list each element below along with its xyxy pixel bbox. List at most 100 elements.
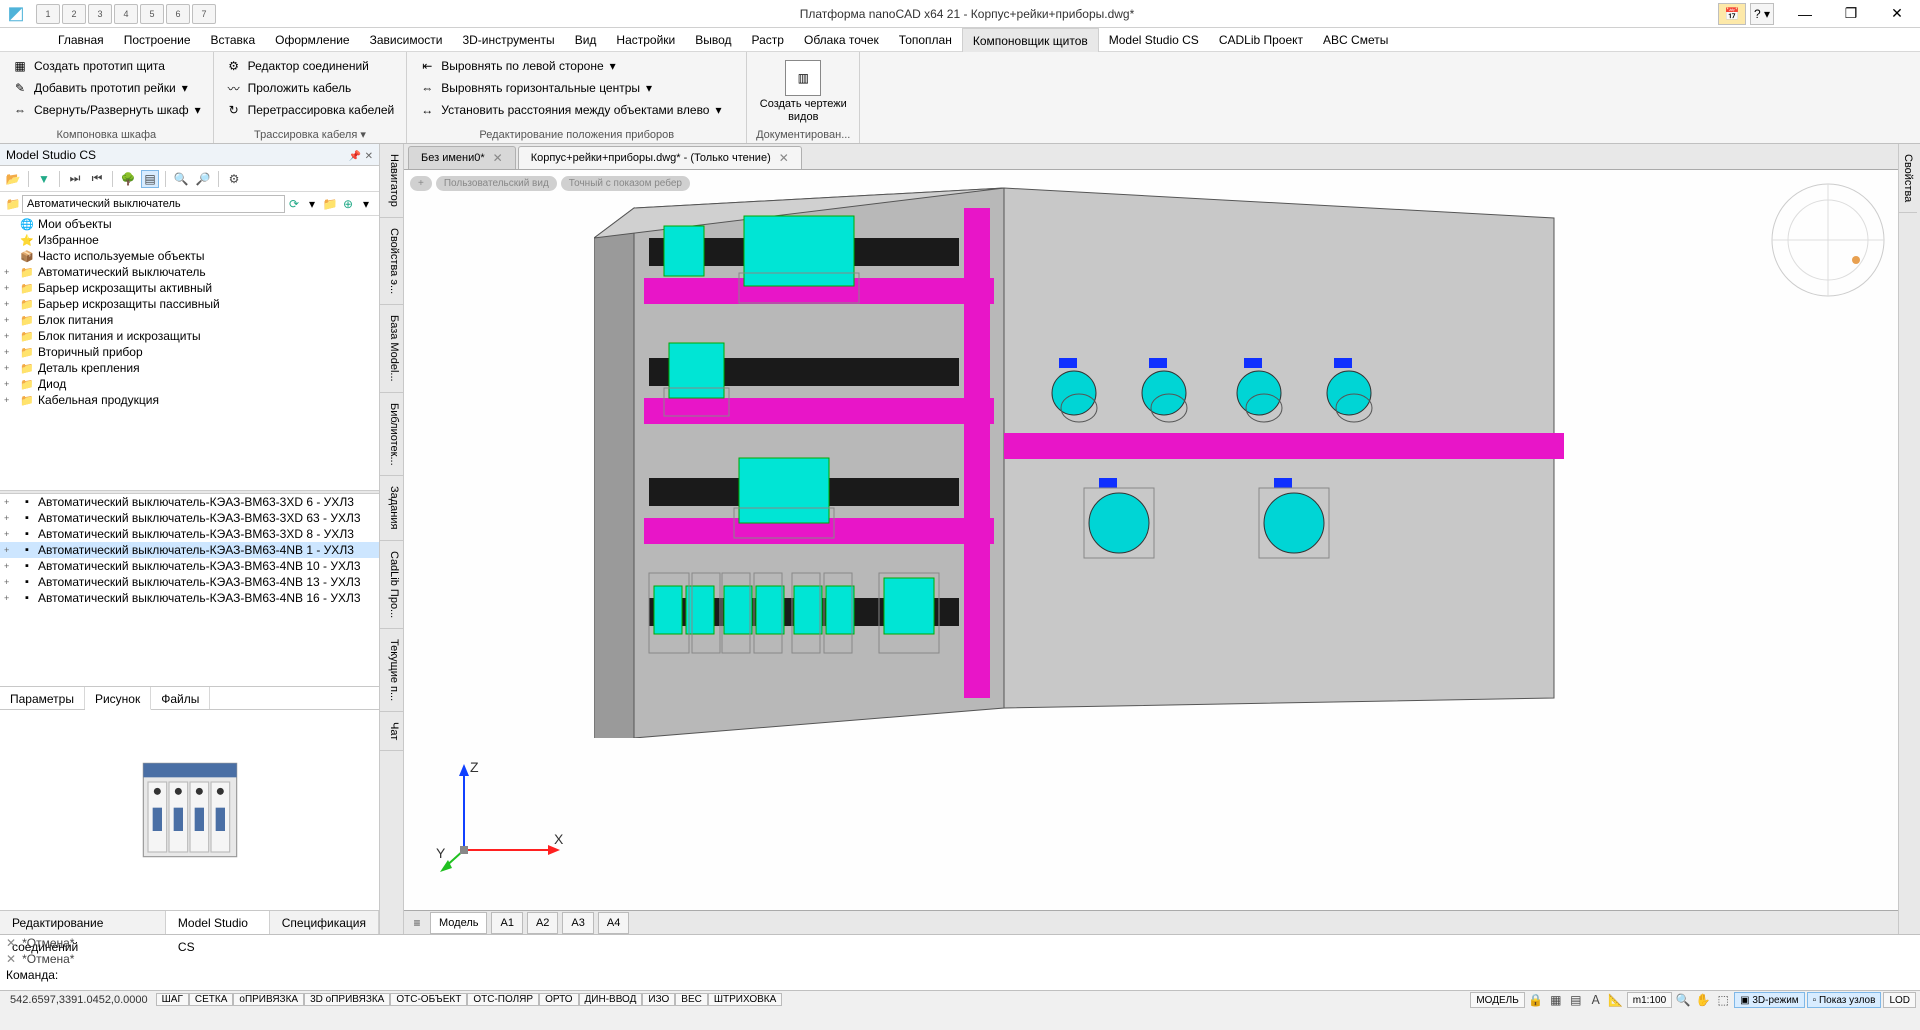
tree-item[interactable]: +📁Деталь крепления (0, 360, 379, 376)
vtab[interactable]: CadLib Про... (380, 541, 403, 629)
menu-item[interactable]: Model Studio CS (1099, 28, 1209, 52)
view-badge[interactable]: + (410, 176, 432, 191)
view-badge[interactable]: Пользовательский вид (436, 176, 557, 191)
vtab[interactable]: Свойства э... (380, 218, 403, 305)
filter-icon[interactable]: ▼ (35, 170, 53, 188)
tree-item[interactable]: +▪Автоматический выключатель-КЭАЗ-ВМ63-4… (0, 558, 379, 574)
menu-item[interactable]: 3D-инструменты (452, 28, 564, 52)
pin-icon[interactable]: 📌 (349, 151, 361, 162)
align-left-button[interactable]: ⇤Выровнять по левой стороне ▾ (415, 56, 738, 76)
layouts-menu-icon[interactable]: ≡ (408, 914, 426, 932)
menu-item[interactable]: Вид (565, 28, 607, 52)
open-icon[interactable]: 📂 (4, 170, 22, 188)
vtab[interactable]: Библиотек... (380, 393, 403, 477)
vtab-properties[interactable]: Свойства (1899, 144, 1917, 213)
layout-tab[interactable]: А1 (491, 912, 522, 934)
mode-3d-button[interactable]: ▣ 3D-режим (1734, 992, 1805, 1008)
help-icon[interactable]: ? ▾ (1750, 3, 1774, 25)
vtab[interactable]: База Model... (380, 305, 403, 393)
scale-value[interactable]: m1:100 (1627, 992, 1672, 1008)
menu-item[interactable]: Настройки (606, 28, 685, 52)
tree-item[interactable]: +▪Автоматический выключатель-КЭАЗ-ВМ63-4… (0, 542, 379, 558)
create-views-button[interactable]: ▥ Создать чертежи видов (755, 56, 851, 127)
list-icon[interactable]: ▤ (141, 170, 159, 188)
prev-icon[interactable]: ⏮ (88, 170, 106, 188)
panel-tab[interactable]: Model Studio CS (166, 911, 270, 934)
cmd-clear-icon[interactable]: ✕ (6, 952, 16, 966)
qat-btn[interactable]: 7 (192, 4, 216, 24)
create-prototype-button[interactable]: ▦Создать прототип щита (8, 56, 205, 76)
status-toggle[interactable]: 3D оПРИВЯЗКА (304, 993, 390, 1006)
layout-tab[interactable]: А3 (562, 912, 593, 934)
command-input[interactable] (62, 968, 1914, 982)
pan-icon[interactable]: ✋ (1694, 991, 1712, 1009)
panel-category-dropdown[interactable]: 📁 ⟳ ▾ 📁 ⊕ ▾ (0, 192, 379, 216)
tree-item[interactable]: +▪Автоматический выключатель-КЭАЗ-ВМ63-3… (0, 494, 379, 510)
tab-close-icon[interactable]: ✕ (779, 151, 789, 165)
cmd-clear-icon[interactable]: ✕ (6, 936, 16, 950)
add-icon[interactable]: ⊕ (339, 195, 357, 213)
menu-item[interactable]: Главная (48, 28, 114, 52)
qat-btn[interactable]: 2 (62, 4, 86, 24)
new-folder-icon[interactable]: 📁 (321, 195, 339, 213)
status-toggle[interactable]: ДИН-ВВОД (579, 993, 643, 1006)
vtab[interactable]: Навигатор (380, 144, 403, 218)
document-tab[interactable]: Корпус+рейки+приборы.dwg* - (Только чтен… (518, 146, 802, 169)
tree-item[interactable]: +📁Диод (0, 376, 379, 392)
restore-button[interactable]: ❐ (1828, 0, 1874, 28)
property-tab[interactable]: Параметры (0, 687, 85, 709)
find-next-icon[interactable]: 🔎 (194, 170, 212, 188)
align-hcenter-button[interactable]: ⇔Выровнять горизонтальные центры ▾ (415, 78, 738, 98)
show-nodes-button[interactable]: ▫ Показ узлов (1807, 992, 1882, 1008)
layout-tab[interactable]: Модель (430, 912, 487, 934)
set-distance-button[interactable]: ↔Установить расстояния между объектами в… (415, 100, 738, 120)
layers-icon[interactable]: ▤ (1567, 991, 1585, 1009)
panel-tab[interactable]: Спецификация (270, 911, 379, 934)
vtab[interactable]: Чат (380, 712, 403, 751)
layout-tab[interactable]: А4 (598, 912, 629, 934)
expand-collapse-button[interactable]: ⇔Свернуть/Развернуть шкаф ▾ (8, 100, 205, 120)
panel-close-icon[interactable]: ✕ (365, 151, 373, 162)
qat-btn[interactable]: 1 (36, 4, 60, 24)
status-toggle[interactable]: ИЗО (642, 993, 675, 1006)
qat-btn[interactable]: 6 (166, 4, 190, 24)
navigation-compass[interactable] (1768, 180, 1888, 300)
vtab[interactable]: Задания (380, 476, 403, 540)
menu-item[interactable]: Растр (742, 28, 794, 52)
command-prompt[interactable]: Команда: (0, 967, 1920, 983)
menu-item[interactable]: ABC Сметы (1313, 28, 1398, 52)
vtab[interactable]: Текущие п... (380, 629, 403, 712)
settings-icon[interactable]: ⚙ (225, 170, 243, 188)
category-input[interactable] (22, 195, 285, 213)
route-cable-button[interactable]: 〰Проложить кабель (222, 78, 399, 98)
status-toggle[interactable]: ОРТО (539, 993, 578, 1006)
tree-icon[interactable]: 🌳 (119, 170, 137, 188)
status-toggle[interactable]: оПРИВЯЗКА (233, 993, 304, 1006)
tree-item[interactable]: +📁Блок питания и искрозащиты (0, 328, 379, 344)
menu-item[interactable]: Построение (114, 28, 201, 52)
scale-icon[interactable]: 📐 (1607, 991, 1625, 1009)
tree-item[interactable]: +▪Автоматический выключатель-КЭАЗ-ВМ63-4… (0, 590, 379, 606)
model-space-button[interactable]: МОДЕЛЬ (1470, 992, 1524, 1008)
tree-item[interactable]: +📁Автоматический выключатель (0, 264, 379, 280)
status-toggle[interactable]: ШАГ (156, 993, 189, 1006)
layout-tab[interactable]: А2 (527, 912, 558, 934)
tree-item[interactable]: +📁Блок питания (0, 312, 379, 328)
close-button[interactable]: ✕ (1874, 0, 1920, 28)
menu-item[interactable]: Топоплан (889, 28, 962, 52)
tree-item[interactable]: +▪Автоматический выключатель-КЭАЗ-ВМ63-4… (0, 574, 379, 590)
menu-item[interactable]: Вывод (685, 28, 741, 52)
tree-item[interactable]: +📁Барьер искрозащиты пассивный (0, 296, 379, 312)
grid-icon[interactable]: ▦ (1547, 991, 1565, 1009)
menu-item[interactable]: CADLib Проект (1209, 28, 1313, 52)
tree-item[interactable]: 📦Часто используемые объекты (0, 248, 379, 264)
menu-item[interactable]: Компоновщик щитов (962, 28, 1099, 52)
tree-item[interactable]: +📁Кабельная продукция (0, 392, 379, 408)
property-tab[interactable]: Файлы (151, 687, 210, 709)
lod-button[interactable]: LOD (1883, 992, 1916, 1008)
tab-close-icon[interactable]: ✕ (493, 151, 503, 165)
tree-item[interactable]: +▪Автоматический выключатель-КЭАЗ-ВМ63-3… (0, 510, 379, 526)
connection-editor-button[interactable]: ⚙Редактор соединений (222, 56, 399, 76)
calendar-icon[interactable]: 📅 (1718, 3, 1746, 25)
tree-item[interactable]: +📁Барьер искрозащиты активный (0, 280, 379, 296)
